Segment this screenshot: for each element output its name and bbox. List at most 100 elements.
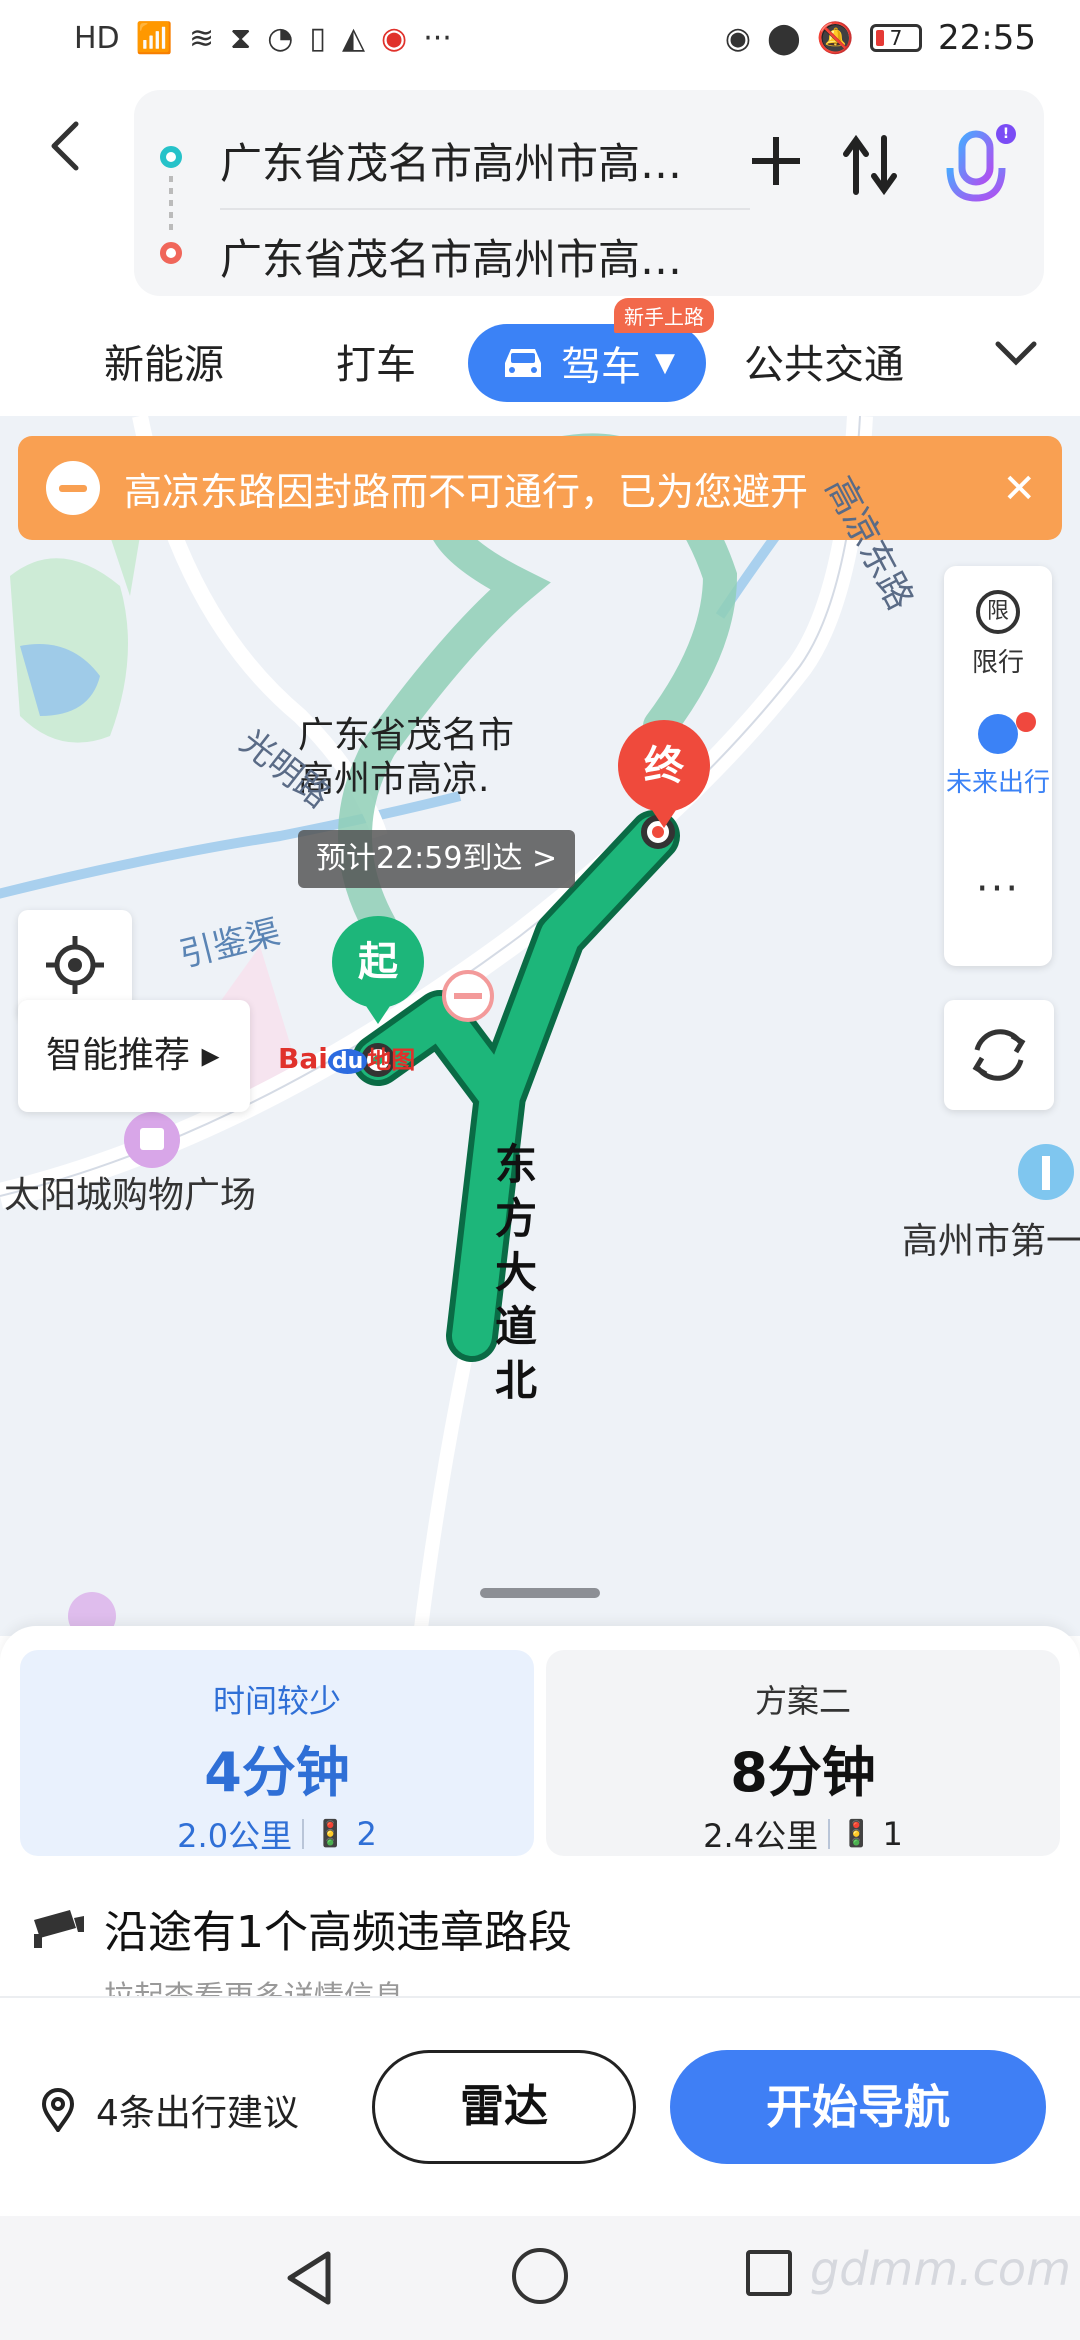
tab-drive[interactable]: 驾车 ▼ [468,324,706,402]
end-pin-tail [648,804,680,828]
action-bar: 4条出行建议 雷达 开始导航 [0,1996,1080,2216]
route-option-time: 4分钟 [204,1741,350,1804]
camera-icon [34,1910,84,1948]
future-travel-label: 未来出行 [945,768,1050,798]
tab-new-energy[interactable]: 新能源 [104,332,224,390]
close-icon[interactable]: ✕ [1002,466,1036,512]
status-right-icons: ◉ ⬤ 🔕 7 22:55 [725,18,1036,58]
no-entry-icon [46,461,100,515]
notification-dot [1016,712,1036,732]
refresh-route-button[interactable] [944,1000,1054,1110]
swap-route-button[interactable] [838,134,902,204]
route-option-lights: 2 [356,1815,377,1853]
plus-icon [752,137,800,185]
start-dot-icon [160,146,182,168]
clock-icon [978,714,1018,754]
hourglass-icon: ⧗ [230,20,252,56]
route-option-2[interactable]: 方案二 8分钟 2.4公里 🚦 1 [546,1650,1060,1856]
baidu-map-logo: Bai du 地图 [278,1042,416,1075]
hd-icon: HD [74,20,120,56]
start-address-field[interactable]: 广东省茂名市高州市高… [220,130,740,191]
smart-recommend-button[interactable]: 智能推荐 ▸ [18,1000,250,1112]
watermark: gdmm.com [810,2242,1071,2296]
poi-label-hospital[interactable]: 高州市第一 [902,1212,1080,1264]
road-closure-alert: 高凉东路因封路而不可通行，已为您避开 ✕ [18,436,1062,540]
qq-icon: ◭ [341,20,366,56]
status-bar: HD 📶 ≋ ⧗ ◔ ▯ ◭ ◉ ··· ◉ ⬤ 🔕 7 22:55 [0,0,1080,76]
future-travel-button[interactable]: 未来出行 [944,712,1052,799]
travel-suggestions-label: 4条出行建议 [96,2093,299,2134]
new-driver-badge: 新手上路 [614,298,714,333]
eta-chip[interactable]: 预计22:59到达 > [298,830,576,888]
tab-transit[interactable]: 公共交通 [744,332,904,390]
clock: 22:55 [938,18,1036,58]
traffic-light-icon: 🚦 [840,1819,873,1849]
weibo-icon: ◉ [381,20,408,56]
start-pin-tail [362,1000,394,1024]
route-option-tag: 方案二 [754,1682,851,1720]
map-view[interactable]: 高凉东路因封路而不可通行，已为您避开 ✕ 限 限行 未来出行 ··· 广东省茂名… [0,416,1080,1636]
swap-icon [843,134,897,196]
location-icon: ⬤ [767,20,801,56]
destination-name-line1: 广东省茂名市 [298,715,515,756]
route-option-distance: 2.0公里 [177,1817,293,1855]
route-option-time: 8分钟 [730,1741,876,1804]
mute-icon: 🔕 [816,20,855,56]
radar-button[interactable]: 雷达 [372,2050,636,2164]
nav-back-icon[interactable] [284,2248,334,2308]
route-input-box: 广东省茂名市高州市高… 广东省茂名市高州市高… ! [134,90,1044,296]
traffic-restriction-button[interactable]: 限 限行 [944,590,1052,679]
route-option-lights: 1 [882,1815,903,1853]
wifi-icon: ≋ [189,20,215,56]
refresh-icon [972,1029,1026,1081]
start-navigation-button[interactable]: 开始导航 [670,2050,1046,2164]
poi-label-mall[interactable]: 太阳城购物广场 [4,1166,256,1218]
eye-icon: ◉ [724,20,752,56]
system-nav-bar: gdmm.com [0,2216,1080,2340]
map-side-panel: 限 限行 未来出行 ··· [944,566,1052,966]
route-option-meta: 2.0公里 🚦 2 [20,1811,534,1857]
nav-home-icon[interactable] [512,2248,568,2304]
tab-taxi[interactable]: 打车 [336,332,416,390]
divider [828,1819,831,1849]
end-address-field[interactable]: 广东省茂名市高州市高… [220,226,740,287]
route-option-distance: 2.4公里 [703,1817,819,1855]
divider [220,208,750,210]
end-pin[interactable]: 终 [618,720,710,812]
start-pin[interactable]: 起 [332,916,424,1008]
car-icon [505,349,541,377]
restriction-icon: 限 [976,590,1020,634]
status-left-icons: HD 📶 ≋ ⧗ ◔ ▯ ◭ ◉ ··· [74,21,452,56]
expand-modes-button[interactable] [994,328,1038,379]
violation-notice[interactable]: 沿途有1个高频违章路段 [30,1896,572,1960]
chevron-down-icon [995,341,1037,366]
add-waypoint-button[interactable] [740,132,812,204]
alert-text: 高凉东路因封路而不可通行，已为您避开 [124,469,809,514]
travel-mode-tabs: 新能源 打车 驾车 ▼ 新手上路 公共交通 [0,298,1080,416]
phone-icon: ▯ [309,20,326,56]
location-pin-icon [41,2088,75,2132]
tab-drive-label: 驾车 [561,344,641,390]
route-connector [169,176,173,236]
route-option-tag: 时间较少 [212,1682,341,1720]
back-button[interactable] [46,116,106,186]
restriction-label: 限行 [971,648,1024,678]
violation-title: 沿途有1个高频违章路段 [104,1907,572,1958]
road-label-dongfang: 东方大道北 [494,1140,537,1405]
route-option-1[interactable]: 时间较少 4分钟 2.0公里 🚦 2 [20,1650,534,1856]
nav-recent-icon[interactable] [746,2250,792,2296]
more-tools-button[interactable]: ··· [944,866,1052,912]
travel-suggestions-button[interactable]: 4条出行建议 [40,2084,299,2136]
battery-icon: 7 [870,24,923,52]
violation-subtitle: 拉起查看更多详情信息 [104,1980,404,1998]
wechat-icon: ◔ [267,20,294,56]
sheet-drag-handle[interactable] [480,1588,600,1598]
route-header: 广东省茂名市高州市高… 广东省茂名市高州市高… ! [0,76,1080,306]
more-notifications-icon: ··· [423,20,452,56]
end-dot-icon [160,242,182,264]
signal-icon: 📶 [135,20,174,56]
traffic-light-icon: 🚦 [314,1819,347,1849]
divider [302,1819,305,1849]
chevron-left-icon [51,121,79,171]
route-option-meta: 2.4公里 🚦 1 [546,1811,1060,1857]
